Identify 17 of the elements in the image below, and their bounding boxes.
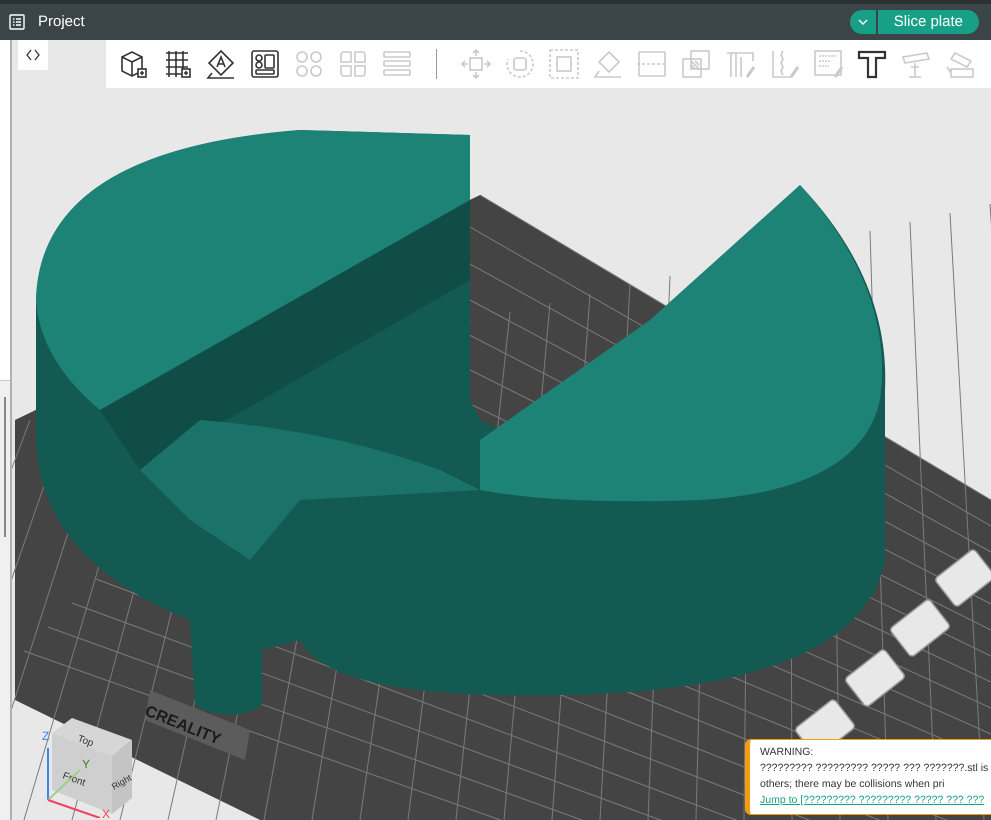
fuzzy-icon — [811, 47, 845, 81]
boolean-icon — [679, 47, 713, 81]
collapse-button[interactable] — [18, 40, 48, 70]
project-title[interactable]: Project — [38, 10, 85, 34]
warning-text: others; there may be collisions when pri — [760, 777, 946, 792]
code-icon — [26, 48, 40, 62]
scale-icon — [547, 47, 581, 81]
warning-text: ????????? ????????? ????? ??? ???????.stl is — [760, 761, 990, 776]
menu-icon[interactable] — [8, 13, 26, 31]
slice-options-button[interactable] — [850, 10, 876, 34]
warning-title: WARNING: — [760, 745, 814, 760]
chevron-down-icon — [858, 19, 868, 25]
scrollbar[interactable] — [4, 397, 6, 537]
rotate-icon — [503, 47, 537, 81]
view-cube-drawing[interactable]: Top Front Right Z Y X — [32, 718, 142, 818]
arrange-icon — [248, 47, 282, 81]
move-icon — [459, 47, 493, 81]
